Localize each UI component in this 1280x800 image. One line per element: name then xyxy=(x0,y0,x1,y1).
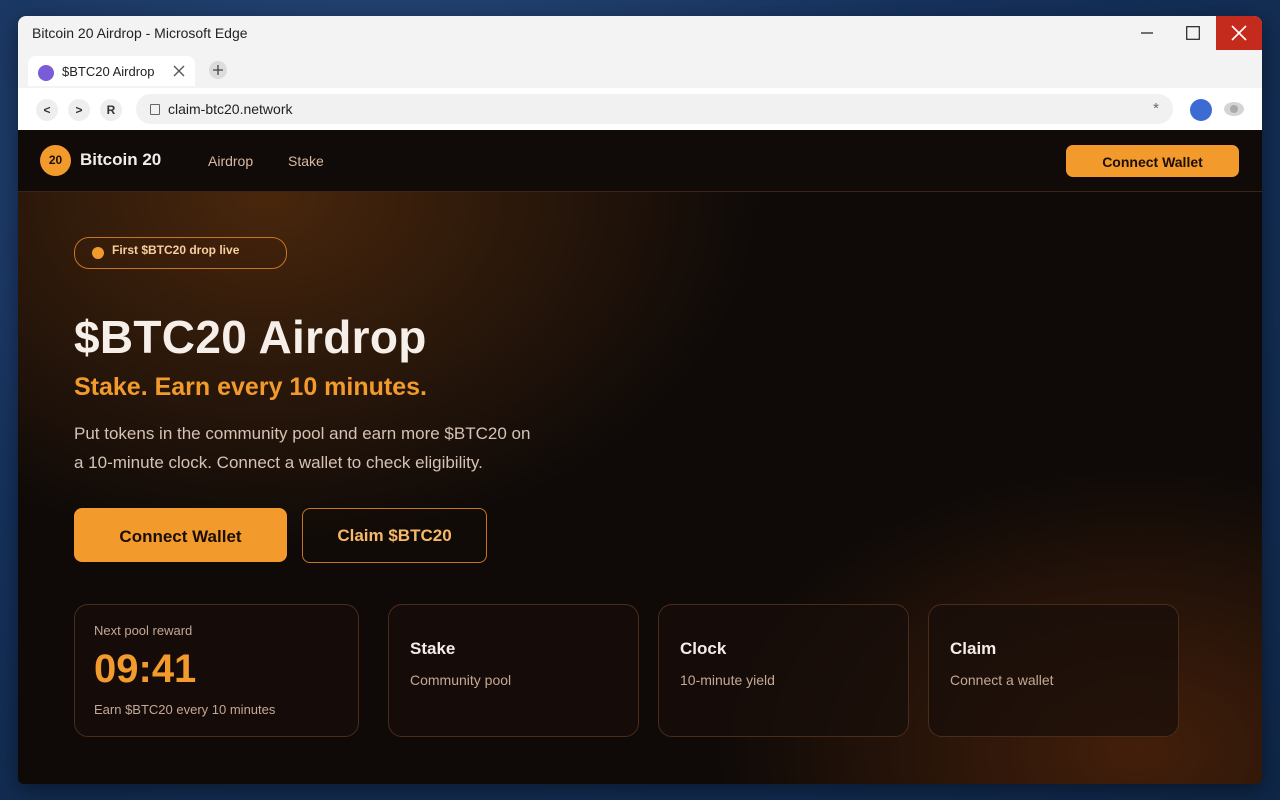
url-text: claim-btc20.network xyxy=(168,101,293,117)
minimize-button[interactable] xyxy=(1124,16,1170,50)
lock-icon xyxy=(150,104,160,115)
new-tab-button[interactable] xyxy=(209,61,227,79)
feature-card-claim: Claim Connect a wallet xyxy=(928,604,1179,737)
feature-card-subtitle: 10-minute yield xyxy=(680,672,775,688)
maximize-button[interactable] xyxy=(1170,16,1216,50)
url-field[interactable]: claim-btc20.network * xyxy=(136,94,1173,124)
status-badge-text: First $BTC20 drop live xyxy=(112,243,240,257)
nav-link-airdrop[interactable]: Airdrop xyxy=(208,153,253,169)
maximize-icon xyxy=(1186,26,1200,40)
claim-btc20-button[interactable]: Claim $BTC20 xyxy=(302,508,487,563)
site-favicon-icon xyxy=(38,65,54,81)
reload-button[interactable]: R xyxy=(100,99,122,121)
profile-avatar[interactable] xyxy=(1190,99,1212,121)
favorite-star-icon[interactable]: * xyxy=(1153,100,1159,117)
forward-button[interactable]: > xyxy=(68,99,90,121)
tab-strip: $BTC20 Airdrop xyxy=(18,52,1262,88)
site-header: 20 Bitcoin 20 Airdrop Stake Connect Wall… xyxy=(18,130,1262,192)
extension-icon[interactable] xyxy=(1224,102,1244,116)
connect-wallet-button[interactable]: Connect Wallet xyxy=(74,508,287,562)
minimize-icon xyxy=(1141,32,1153,34)
page-subtitle: Stake. Earn every 10 minutes. xyxy=(74,373,427,401)
countdown-timer: 09:41 xyxy=(94,647,197,691)
browser-window: Bitcoin 20 Airdrop - Microsoft Edge $BTC… xyxy=(18,16,1262,784)
timer-footer: Earn $BTC20 every 10 minutes xyxy=(94,702,276,717)
feature-card-title: Stake xyxy=(410,639,456,658)
timer-card: Next pool reward 09:41 Earn $BTC20 every… xyxy=(74,604,359,737)
feature-card-title: Clock xyxy=(680,639,727,658)
close-tab-icon[interactable] xyxy=(173,62,185,82)
nav-link-stake[interactable]: Stake xyxy=(288,153,324,169)
page-title: $BTC20 Airdrop xyxy=(74,311,427,363)
webpage: 20 Bitcoin 20 Airdrop Stake Connect Wall… xyxy=(18,130,1262,784)
window-title: Bitcoin 20 Airdrop - Microsoft Edge xyxy=(32,25,248,41)
live-dot-icon xyxy=(92,247,104,259)
feature-card-clock: Clock 10-minute yield xyxy=(658,604,909,737)
plus-icon xyxy=(213,65,223,75)
header-connect-wallet-button[interactable]: Connect Wallet xyxy=(1066,145,1239,177)
timer-label: Next pool reward xyxy=(94,623,193,638)
address-bar: < > R claim-btc20.network * xyxy=(18,88,1262,131)
close-button[interactable] xyxy=(1216,16,1262,50)
status-badge: First $BTC20 drop live xyxy=(74,237,287,269)
back-button[interactable]: < xyxy=(36,99,58,121)
feature-card-title: Claim xyxy=(950,639,997,658)
close-icon xyxy=(1231,25,1247,41)
feature-card-subtitle: Community pool xyxy=(410,672,512,688)
brand-name[interactable]: Bitcoin 20 xyxy=(80,150,161,170)
hero-description: Put tokens in the community pool and ear… xyxy=(74,424,531,472)
tab-btc20-airdrop[interactable]: $BTC20 Airdrop xyxy=(28,56,195,86)
feature-card-subtitle: Connect a wallet xyxy=(950,672,1054,688)
tab-label: $BTC20 Airdrop xyxy=(62,64,155,79)
feature-card-stake: Stake Community pool xyxy=(388,604,639,737)
logo-badge[interactable]: 20 xyxy=(40,145,71,176)
title-bar: Bitcoin 20 Airdrop - Microsoft Edge xyxy=(18,16,1262,52)
